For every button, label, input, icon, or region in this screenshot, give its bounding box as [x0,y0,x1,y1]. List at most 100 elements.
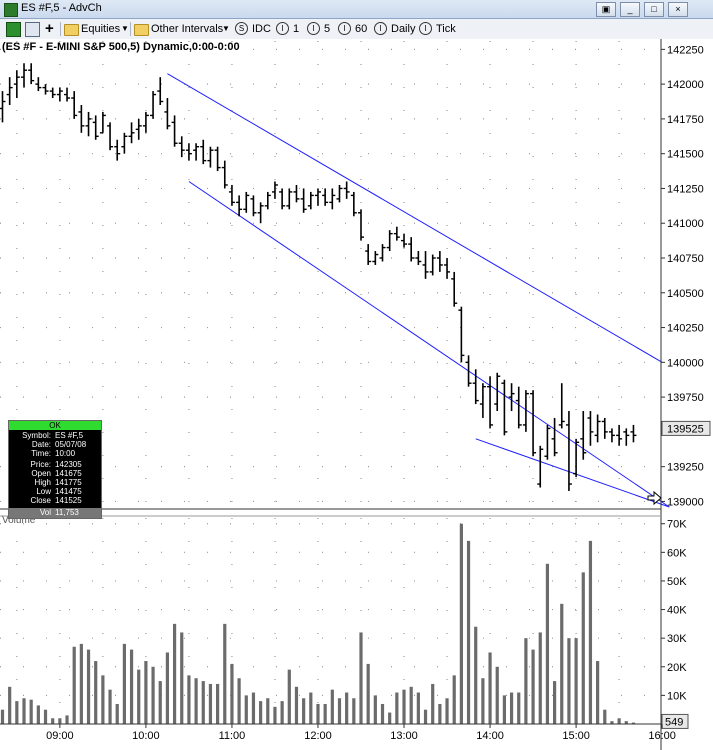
volume-bar [151,666,155,724]
folder-icon [134,24,149,36]
volume-bar [560,603,564,724]
volume-bar [86,649,91,724]
volume-bar [337,698,342,724]
volume-tick-label: 40K [667,605,687,617]
chart-background [0,39,713,750]
data-window[interactable]: OK Symbol: ES #F,5 Date: 05/07/08 Time: 10:… [8,420,102,519]
volume-bar [194,678,198,724]
chevron-down-icon[interactable]: ▼ [222,21,230,37]
volume-bar [201,681,205,724]
time-tick-label: 14:00 [476,730,504,742]
volume-bar [423,709,428,724]
time-tick-label: 15:00 [562,730,590,742]
interval-daily[interactable]: Daily [391,21,415,37]
volume-bar [280,701,284,724]
data-key: Vol [39,508,51,517]
data-row: Time: 10:00 [9,449,101,458]
close-button[interactable]: × [668,2,688,17]
interval-5[interactable]: 5 [324,21,330,37]
interval-1[interactable]: 1 [293,21,299,37]
other-intervals-dropdown[interactable]: Other Intervals [151,21,223,37]
price-tick-label: 141750 [667,114,704,126]
volume-bar [129,649,134,724]
data-value: 141475 [55,487,82,496]
interval-icon: I [374,22,387,35]
volume-bar [603,709,607,724]
price-tick-label: 142250 [667,44,704,56]
toolbar: + Equities ▼ Other Intervals ▼ S IDC I 1… [0,19,713,40]
volume-bar [395,692,399,724]
volume-bar [144,661,148,724]
volume-bar [165,652,170,724]
volume-bar [545,563,550,724]
volume-bar [15,701,19,724]
volume-bar [302,698,306,724]
volume-bar [380,703,385,724]
volume-bar [538,632,542,724]
data-row: Price: 142305 [9,460,101,469]
volume-bar [51,718,55,724]
time-tick-label: 13:00 [390,730,418,742]
chart-type-icon[interactable] [6,22,21,37]
window-title: ES #F,5 - AdvCh [21,2,102,14]
price-chart[interactable]: 142250 142000 141750 141500 141250 141000 1407… [0,39,713,750]
volume-bar [502,695,506,724]
data-value: 141525 [55,496,82,505]
app-icon [4,3,18,17]
volume-bar [237,678,241,724]
chart-title: (ES #F - E-MINI S&P 500,5) Dynamic,0:00-… [2,41,240,53]
minimize-button[interactable]: _ [620,2,640,17]
volume-bar [438,703,442,724]
interval-60[interactable]: 60 [355,21,367,37]
volume-bar [72,646,76,724]
symbol-group-dropdown[interactable]: Equities [81,21,120,37]
maximize-button[interactable]: □ [644,2,664,17]
price-tick-label: 142000 [667,79,704,91]
volume-bar [345,692,349,724]
chevron-down-icon[interactable]: ▼ [121,21,129,37]
volume-bar [524,638,528,724]
volume-bar [122,643,126,724]
volume-bar [402,689,406,724]
data-key: Close [30,496,51,505]
volume-bar [273,706,277,724]
toolbar-separator [130,22,131,36]
volume-bar [101,675,105,724]
add-icon[interactable]: + [45,21,54,37]
data-row: Symbol: ES #F,5 [9,431,101,440]
data-key: Open [31,469,51,478]
volume-bar [137,669,141,724]
data-value: 11,753 [55,508,79,517]
volume-tick-label: 60K [667,547,687,559]
volume-bar [0,709,5,724]
data-key: Symbol: [22,431,51,440]
time-tick-label: 11:00 [219,730,246,742]
volume-bar [8,686,12,724]
interval-tick[interactable]: Tick [436,21,456,37]
volume-bar [187,675,191,724]
volume-tick-label: 50K [667,576,687,588]
volume-bar [223,623,227,724]
volume-bar [388,712,392,724]
chart-settings-icon[interactable] [25,22,40,37]
restore-icon-button[interactable]: ▣ [596,2,616,17]
volume-bar [294,686,299,724]
volume-bar [208,683,213,724]
data-row: Close 141525 [9,496,101,505]
volume-bar [22,698,26,724]
volume-bar [230,663,234,724]
data-window-status: OK [9,421,101,430]
interval-idc[interactable]: IDC [252,21,271,37]
volume-bar [36,705,40,724]
volume-tick-label: 30K [667,633,687,645]
price-tick-label: 140250 [667,323,704,335]
data-row: Open 141675 [9,469,101,478]
volume-bar [352,698,356,724]
volume-bar [466,540,471,724]
data-row: High 141775 [9,478,101,487]
folder-icon [64,24,79,36]
volume-bar [266,698,270,724]
volume-bar [65,715,69,724]
interval-icon: I [307,22,320,35]
volume-bar [251,692,256,724]
